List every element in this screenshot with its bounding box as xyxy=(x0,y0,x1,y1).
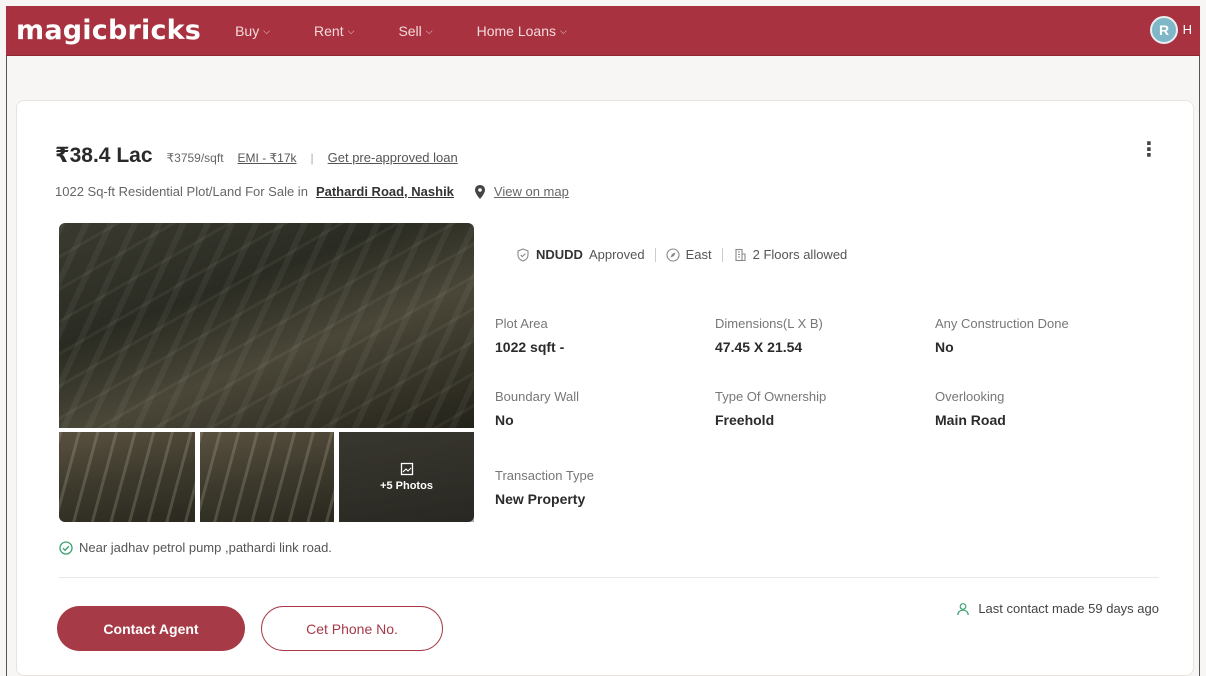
frame-border-right xyxy=(1199,56,1200,676)
nav-home-loans-label: Home Loans xyxy=(476,22,557,39)
summary-label: Any Construction Done xyxy=(935,316,1069,331)
user-name-initial[interactable]: H xyxy=(1183,22,1192,37)
property-card: ₹38.4 Lac ₹3759/sqft EMI - ₹17k | Get pr… xyxy=(16,100,1194,676)
more-photos-thumbnail[interactable]: +5 Photos xyxy=(339,432,474,522)
listing-title: 1022 Sq-ft Residential Plot/Land For Sal… xyxy=(55,184,569,199)
approval-suffix: Approved xyxy=(588,247,645,262)
more-options-icon[interactable]: ⋮ xyxy=(1139,137,1159,162)
last-contact-text: Last contact made 59 days ago xyxy=(978,601,1159,616)
summary-label: Dimensions(L X B) xyxy=(715,316,823,331)
photo-gallery: +5 Photos xyxy=(59,223,474,523)
map-pin-icon xyxy=(474,184,485,199)
main-photo[interactable] xyxy=(59,223,474,428)
user-avatar[interactable]: R xyxy=(1150,16,1178,44)
brand-logo[interactable]: magicbricks xyxy=(16,15,201,46)
summary-label: Plot Area xyxy=(495,316,548,331)
summary-plot-area: Plot Area 1022 sqft - xyxy=(495,316,695,355)
divider xyxy=(721,247,723,262)
building-icon xyxy=(735,248,746,261)
facing-badge: East xyxy=(666,247,712,262)
summary-value: No xyxy=(935,339,954,355)
locality-link[interactable]: Pathardi Road, Nashik xyxy=(316,184,454,199)
summary-boundary-wall: Boundary Wall No xyxy=(495,389,695,428)
top-navbar: magicbricks Buy ⌵ Rent ⌵ Sell ⌵ Home Loa… xyxy=(6,6,1200,56)
check-circle-icon xyxy=(59,540,73,555)
summary-value: Freehold xyxy=(715,412,775,428)
chevron-down-icon: ⌵ xyxy=(425,26,433,36)
chevron-down-icon: ⌵ xyxy=(263,26,271,36)
nav-sell[interactable]: Sell ⌵ xyxy=(398,23,432,39)
last-contact-info: Last contact made 59 days ago xyxy=(956,601,1159,616)
floors-badge: 2 Floors allowed xyxy=(733,247,848,262)
more-photos-label: +5 Photos xyxy=(380,480,433,492)
view-on-map-link[interactable]: View on map xyxy=(494,184,569,199)
summary-label: Transaction Type xyxy=(495,468,594,483)
card-divider xyxy=(59,577,1159,578)
highlight-badges: NDUDD Approved East 2 Floors allowed xyxy=(516,247,847,262)
emi-link[interactable]: EMI - ₹17k xyxy=(238,151,297,165)
listing-title-text: 1022 Sq-ft Residential Plot/Land For Sal… xyxy=(55,184,308,199)
preapproved-loan-link[interactable]: Get pre-approved loan xyxy=(328,150,458,165)
summary-value: 1022 sqft - xyxy=(495,339,565,355)
frame-border-left xyxy=(6,56,7,676)
price: ₹38.4 Lac xyxy=(55,144,153,167)
summary-label: Overlooking xyxy=(935,389,1005,404)
summary-value: 47.45 X 21.54 xyxy=(715,339,803,355)
approval-badge: NDUDD Approved xyxy=(516,247,645,262)
facing-value: East xyxy=(685,247,712,262)
user-icon xyxy=(957,602,970,615)
landmark-note: Near jadhav petrol pump ,pathardi link r… xyxy=(59,540,332,555)
separator: | xyxy=(310,151,314,165)
nav-sell-label: Sell xyxy=(398,22,422,39)
summary-ownership: Type Of Ownership Freehold xyxy=(715,389,915,428)
price-per-sqft: ₹3759/sqft xyxy=(166,151,224,165)
divider xyxy=(654,247,656,262)
summary-label: Boundary Wall xyxy=(495,389,580,404)
price-row: ₹38.4 Lac ₹3759/sqft EMI - ₹17k | Get pr… xyxy=(55,143,458,168)
photo-thumbnail[interactable] xyxy=(200,432,334,522)
photo-thumbnail[interactable] xyxy=(59,432,195,522)
summary-value: Main Road xyxy=(935,412,1006,428)
summary-transaction-type: Transaction Type New Property xyxy=(495,468,695,507)
approval-authority: NDUDD xyxy=(536,247,583,262)
landmark-text: Near jadhav petrol pump ,pathardi link r… xyxy=(79,540,332,555)
nav-buy[interactable]: Buy ⌵ xyxy=(235,23,270,39)
nav-rent-label: Rent xyxy=(314,22,344,39)
summary-label: Type Of Ownership xyxy=(715,389,827,404)
nav-rent[interactable]: Rent ⌵ xyxy=(314,23,354,39)
compass-icon xyxy=(666,247,680,262)
shield-check-icon xyxy=(517,247,529,262)
more-photos-overlay: +5 Photos xyxy=(339,432,474,522)
gallery-icon xyxy=(400,462,413,476)
summary-value: New Property xyxy=(495,491,586,507)
floors-allowed: 2 Floors allowed xyxy=(752,247,848,262)
nav-buy-label: Buy xyxy=(235,22,260,39)
get-phone-button[interactable]: Cet Phone No. xyxy=(261,606,443,651)
summary-construction: Any Construction Done No xyxy=(935,316,1135,355)
chevron-down-icon: ⌵ xyxy=(560,26,567,36)
summary-overlooking: Overlooking Main Road xyxy=(935,389,1135,428)
summary-value: No xyxy=(495,412,514,428)
contact-agent-button[interactable]: Contact Agent xyxy=(57,606,245,651)
summary-dimensions: Dimensions(L X B) 47.45 X 21.54 xyxy=(715,316,915,355)
chevron-down-icon: ⌵ xyxy=(347,26,355,36)
nav-home-loans[interactable]: Home Loans ⌵ xyxy=(477,23,567,39)
avatar-initial: R xyxy=(1158,22,1170,38)
